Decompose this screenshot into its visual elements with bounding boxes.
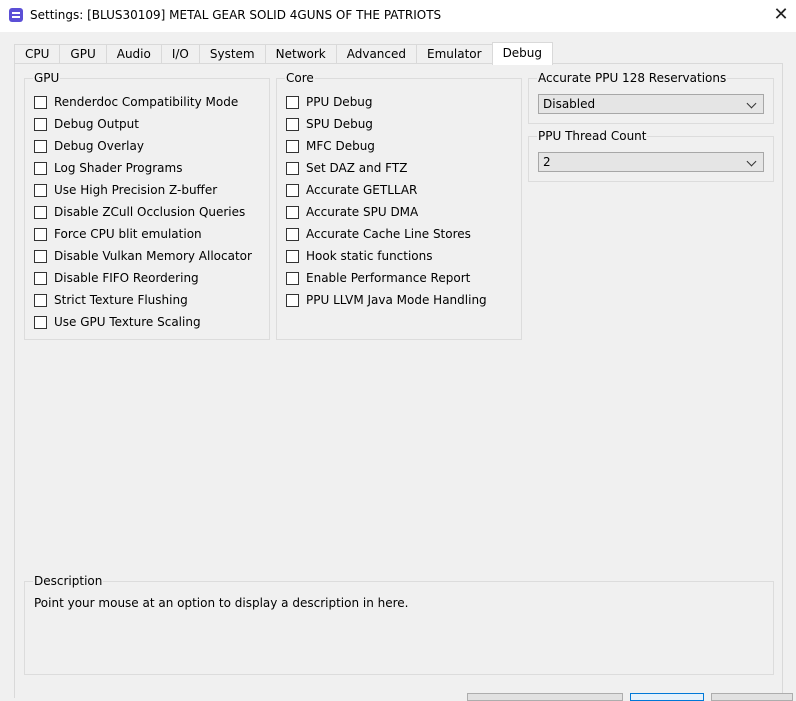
app-icon [9,8,23,22]
option-label: Force CPU blit emulation [54,227,202,241]
option-label: Renderdoc Compatibility Mode [54,95,239,109]
option-label: SPU Debug [306,117,373,131]
close-button[interactable]: ✕ [766,0,796,32]
option-accurate-getllar[interactable]: Accurate GETLLAR [286,181,417,199]
checkbox[interactable] [286,95,299,109]
option-accurate-spu-dma[interactable]: Accurate SPU DMA [286,203,418,221]
checkbox[interactable] [34,183,47,197]
checkbox[interactable] [286,161,299,175]
option-label: Accurate Cache Line Stores [306,227,471,241]
description-text: Point your mouse at an option to display… [34,596,409,610]
option-strict-texture-flushing[interactable]: Strict Texture Flushing [34,291,188,309]
checkbox[interactable] [34,161,47,175]
tab-audio[interactable]: Audio [105,44,161,64]
option-ppu-debug[interactable]: PPU Debug [286,93,373,111]
option-debug-overlay[interactable]: Debug Overlay [34,137,144,155]
description-group: Description Point your mouse at an optio… [24,574,774,675]
ppu128-selected-value: Disabled [543,97,596,111]
ppu-thread-count-title: PPU Thread Count [537,129,648,143]
checkbox[interactable] [34,271,47,285]
window-title: Settings: [BLUS30109] METAL GEAR SOLID 4… [30,8,442,22]
checkbox[interactable] [286,205,299,219]
checkbox[interactable] [34,139,47,153]
checkbox[interactable] [34,249,47,263]
chevron-down-icon [746,98,757,109]
option-label: Disable ZCull Occlusion Queries [54,205,246,219]
checkbox[interactable] [286,271,299,285]
checkbox[interactable] [34,315,47,329]
tab-network[interactable]: Network [264,44,336,64]
dialog-button-partial[interactable] [467,693,623,701]
option-disable-fifo-reordering[interactable]: Disable FIFO Reordering [34,269,199,287]
ppu128-dropdown[interactable]: Disabled [538,94,764,114]
checkbox[interactable] [34,227,47,241]
option-label: PPU Debug [306,95,373,109]
ppu-thread-count-value: 2 [543,155,551,169]
option-label: Hook static functions [306,249,433,263]
option-mfc-debug[interactable]: MFC Debug [286,137,375,155]
tab-system[interactable]: System [198,44,265,64]
tab-advanced[interactable]: Advanced [335,44,417,64]
gpu-group: GPU Renderdoc Compatibility Mode Debug O… [24,71,270,340]
option-set-daz-ftz[interactable]: Set DAZ and FTZ [286,159,407,177]
option-hook-static-functions[interactable]: Hook static functions [286,247,433,265]
option-label: Disable FIFO Reordering [54,271,199,285]
option-label: Debug Output [54,117,139,131]
option-label: Enable Performance Report [306,271,471,285]
option-accurate-cache-line-stores[interactable]: Accurate Cache Line Stores [286,225,471,243]
ppu128-group: Accurate PPU 128 Reservations Disabled [528,71,774,124]
checkbox[interactable] [286,117,299,131]
title-bar: Settings: [BLUS30109] METAL GEAR SOLID 4… [0,0,796,32]
option-label: Debug Overlay [54,139,144,153]
option-force-cpu-blit[interactable]: Force CPU blit emulation [34,225,202,243]
checkbox[interactable] [286,249,299,263]
option-log-shader-programs[interactable]: Log Shader Programs [34,159,182,177]
option-high-precision-zbuffer[interactable]: Use High Precision Z-buffer [34,181,217,199]
checkbox[interactable] [286,293,299,307]
option-gpu-texture-scaling[interactable]: Use GPU Texture Scaling [34,313,201,331]
description-title: Description [33,574,104,588]
option-ppu-llvm-java-mode[interactable]: PPU LLVM Java Mode Handling [286,291,487,309]
checkbox[interactable] [34,117,47,131]
chevron-down-icon [746,156,757,167]
option-renderdoc-compatibility[interactable]: Renderdoc Compatibility Mode [34,93,238,111]
option-label: PPU LLVM Java Mode Handling [306,293,487,307]
tab-io[interactable]: I/O [160,44,199,64]
checkbox[interactable] [286,139,299,153]
tab-cpu[interactable]: CPU [14,44,60,64]
core-group: Core PPU Debug SPU Debug MFC Debug Set D… [276,71,522,340]
option-label: Accurate SPU DMA [306,205,419,219]
option-performance-report[interactable]: Enable Performance Report [286,269,470,287]
option-label: MFC Debug [306,139,375,153]
tab-debug[interactable]: Debug [491,42,554,65]
checkbox[interactable] [34,293,47,307]
option-disable-vma[interactable]: Disable Vulkan Memory Allocator [34,247,252,265]
option-label: Use GPU Texture Scaling [54,315,201,329]
ppu-thread-count-group: PPU Thread Count 2 [528,129,774,182]
settings-tabs: CPU GPU Audio I/O System Network Advance… [14,42,554,65]
option-disable-zcull[interactable]: Disable ZCull Occlusion Queries [34,203,245,221]
option-label: Set DAZ and FTZ [306,161,408,175]
ppu128-group-title: Accurate PPU 128 Reservations [537,71,728,85]
option-debug-output[interactable]: Debug Output [34,115,139,133]
option-label: Disable Vulkan Memory Allocator [54,249,252,263]
tab-emulator[interactable]: Emulator [416,44,492,64]
dialog-button-partial[interactable] [711,693,793,701]
checkbox[interactable] [286,183,299,197]
checkbox[interactable] [286,227,299,241]
dialog-button-default-partial[interactable] [630,693,704,701]
checkbox[interactable] [34,205,47,219]
core-group-title: Core [285,71,315,85]
option-label: Log Shader Programs [54,161,183,175]
gpu-group-title: GPU [33,71,61,85]
option-label: Accurate GETLLAR [306,183,418,197]
tab-gpu[interactable]: GPU [59,44,106,64]
ppu-thread-count-dropdown[interactable]: 2 [538,152,764,172]
checkbox[interactable] [34,95,47,109]
option-spu-debug[interactable]: SPU Debug [286,115,373,133]
option-label: Strict Texture Flushing [54,293,188,307]
debug-page: GPU Renderdoc Compatibility Mode Debug O… [14,63,783,698]
option-label: Use High Precision Z-buffer [54,183,218,197]
